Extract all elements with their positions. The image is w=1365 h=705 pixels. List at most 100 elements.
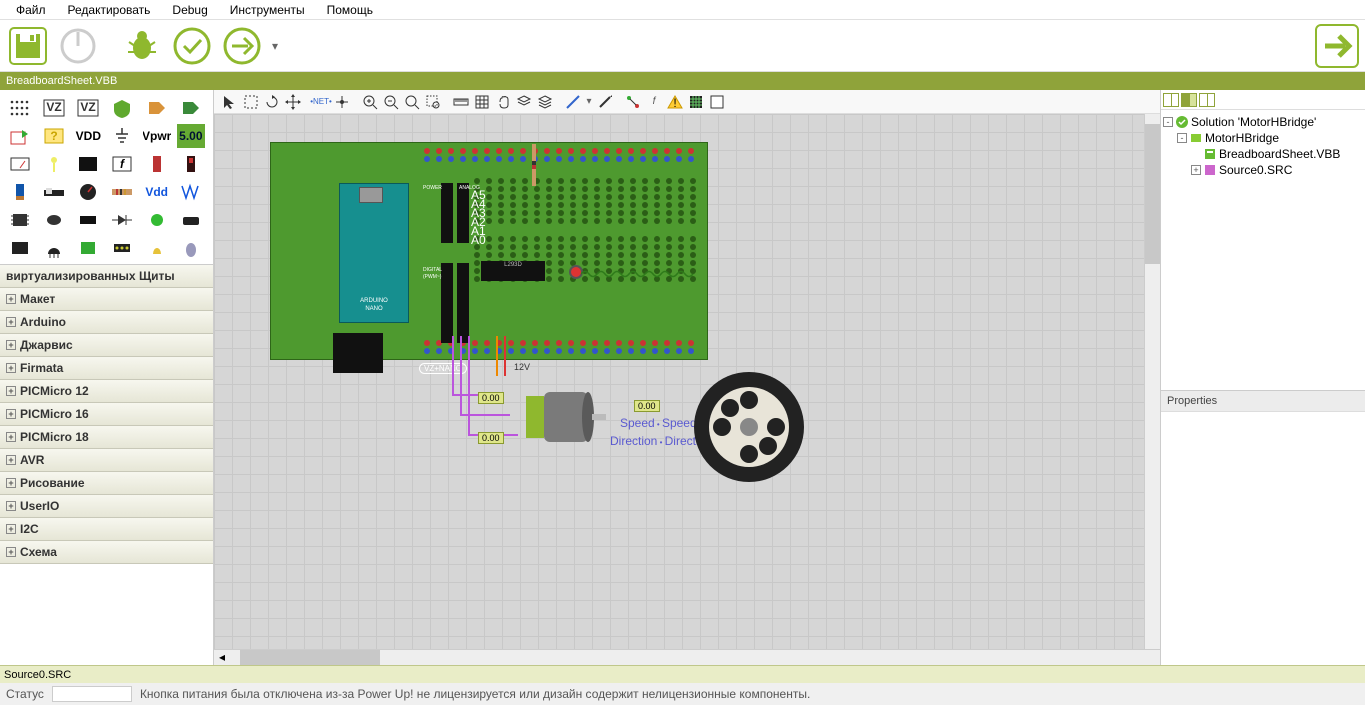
zoom-fit-icon[interactable] xyxy=(402,92,422,112)
cat-pic18[interactable]: +PICMicro 18 xyxy=(0,426,213,449)
zoom-region-icon[interactable] xyxy=(423,92,443,112)
cat-shields[interactable]: виртуализированных Щиты xyxy=(0,265,213,288)
ruler-icon[interactable] xyxy=(451,92,471,112)
cat-i2c[interactable]: +I2C xyxy=(0,518,213,541)
tree-sheet[interactable]: BreadboardSheet.VBB xyxy=(1163,146,1363,162)
gridtoggle-icon[interactable] xyxy=(472,92,492,112)
document-tab[interactable]: BreadboardSheet.VBB xyxy=(0,72,1365,90)
pal-vdd2-icon[interactable]: Vdd xyxy=(143,180,171,204)
pal-ic-icon[interactable] xyxy=(6,236,34,260)
grid2-icon[interactable] xyxy=(686,92,706,112)
cat-draw[interactable]: +Рисование xyxy=(0,472,213,495)
pal-btn-icon[interactable] xyxy=(177,208,205,232)
header-digital[interactable] xyxy=(441,263,453,343)
arduino-nano[interactable]: ARDUINO NANO xyxy=(339,183,409,323)
cat-pic16[interactable]: +PICMicro 16 xyxy=(0,403,213,426)
pal-tag2-icon[interactable] xyxy=(177,96,205,120)
save-button[interactable] xyxy=(6,24,50,68)
tree-solution[interactable]: -Solution 'MotorHBridge' xyxy=(1163,114,1363,130)
pal-vz2-icon[interactable]: VZ xyxy=(74,96,102,120)
pencil-icon[interactable] xyxy=(595,92,615,112)
cat-breadboard[interactable]: +Макет xyxy=(0,288,213,311)
pal-header-icon[interactable] xyxy=(108,236,136,260)
go-right-button[interactable] xyxy=(1315,24,1359,68)
zoom-in-icon[interactable] xyxy=(360,92,380,112)
menu-tools[interactable]: Инструменты xyxy=(220,1,315,19)
pal-black-icon[interactable] xyxy=(74,152,102,176)
header-digital2[interactable] xyxy=(457,263,469,343)
pal-500-icon[interactable]: 5.00 xyxy=(177,124,205,148)
pal-vz-icon[interactable]: VZ xyxy=(40,96,68,120)
category-list[interactable]: виртуализированных Щиты +Макет +Arduino … xyxy=(0,264,213,665)
tree-project[interactable]: -MotorHBridge xyxy=(1163,130,1363,146)
layout1-button[interactable] xyxy=(1163,93,1179,107)
canvas[interactable]: ARDUINO NANO POWER ANALOG A5A4A3 A2A1A0 … xyxy=(214,114,1160,649)
pal-battery-icon[interactable] xyxy=(6,180,34,204)
zoom-out-icon[interactable] xyxy=(381,92,401,112)
pal-diode-icon[interactable] xyxy=(108,208,136,232)
canvas-vscroll[interactable] xyxy=(1144,114,1160,649)
pal-yellow-icon[interactable] xyxy=(143,236,171,260)
cat-arduino[interactable]: +Arduino xyxy=(0,311,213,334)
line-drop-icon[interactable]: ▾ xyxy=(584,92,594,112)
fx-icon[interactable]: f xyxy=(644,92,664,112)
pal-resistor-icon[interactable] xyxy=(108,180,136,204)
connect-icon[interactable] xyxy=(623,92,643,112)
resistor[interactable] xyxy=(532,144,536,186)
warning-icon[interactable]: ! xyxy=(665,92,685,112)
pal-vdd-icon[interactable]: VDD xyxy=(74,124,102,148)
select-rect-icon[interactable] xyxy=(241,92,261,112)
dc-motor[interactable] xyxy=(526,388,606,446)
header-analog[interactable] xyxy=(457,183,469,243)
pal-export-icon[interactable] xyxy=(6,124,34,148)
cat-firmata[interactable]: +Firmata xyxy=(0,357,213,380)
pal-dots-icon[interactable] xyxy=(6,96,34,120)
run-dropdown[interactable]: ▾ xyxy=(270,39,280,53)
layout2-button[interactable] xyxy=(1181,93,1197,107)
pal-meter-icon[interactable] xyxy=(6,152,34,176)
pointer-icon[interactable] xyxy=(220,92,240,112)
net-icon[interactable]: •NET• xyxy=(311,92,331,112)
move-icon[interactable] xyxy=(283,92,303,112)
menu-file[interactable]: Файл xyxy=(6,1,56,19)
power-button[interactable] xyxy=(56,24,100,68)
pal-shield-green-icon[interactable] xyxy=(108,96,136,120)
canvas-hscroll[interactable]: ◂ xyxy=(214,649,1160,665)
layout3-button[interactable] xyxy=(1199,93,1215,107)
cat-pic12[interactable]: +PICMicro 12 xyxy=(0,380,213,403)
pal-green2-icon[interactable] xyxy=(74,236,102,260)
junction-icon[interactable] xyxy=(332,92,352,112)
blank-icon[interactable] xyxy=(707,92,727,112)
pal-function-icon[interactable]: f xyxy=(108,152,136,176)
breadboard[interactable]: ARDUINO NANO POWER ANALOG A5A4A3 A2A1A0 … xyxy=(270,142,708,360)
pal-gauge-icon[interactable] xyxy=(74,180,102,204)
power-jack[interactable] xyxy=(333,333,383,373)
bottom-tab[interactable]: Source0.SRC xyxy=(0,665,1365,683)
pal-led-icon[interactable] xyxy=(177,152,205,176)
line-icon[interactable] xyxy=(563,92,583,112)
layers2-icon[interactable] xyxy=(535,92,555,112)
wheel[interactable] xyxy=(694,372,804,482)
cat-jarvis[interactable]: +Джарвис xyxy=(0,334,213,357)
header-power[interactable] xyxy=(441,183,453,243)
bug-button[interactable] xyxy=(120,24,164,68)
menu-debug[interactable]: Debug xyxy=(162,1,217,19)
pal-greenled-icon[interactable] xyxy=(143,208,171,232)
pal-chip2-icon[interactable] xyxy=(74,208,102,232)
menu-help[interactable]: Помощь xyxy=(317,1,383,19)
pal-ground-icon[interactable] xyxy=(108,124,136,148)
pal-zigzag-icon[interactable] xyxy=(177,180,205,204)
tree-source[interactable]: +Source0.SRC xyxy=(1163,162,1363,178)
pal-pin-icon[interactable] xyxy=(40,152,68,176)
pal-redrect-icon[interactable] xyxy=(143,152,171,176)
l293d-chip[interactable]: L293D xyxy=(481,261,545,281)
solution-tree[interactable]: -Solution 'MotorHBridge' -MotorHBridge B… xyxy=(1161,110,1365,390)
pal-cap-icon[interactable] xyxy=(40,208,68,232)
pal-help-icon[interactable]: ? xyxy=(40,124,68,148)
pal-tag-icon[interactable] xyxy=(143,96,171,120)
cat-userio[interactable]: +UserIO xyxy=(0,495,213,518)
layers-icon[interactable] xyxy=(514,92,534,112)
pal-trans-icon[interactable] xyxy=(40,236,68,260)
cat-schema[interactable]: +Схема xyxy=(0,541,213,564)
check-button[interactable] xyxy=(170,24,214,68)
